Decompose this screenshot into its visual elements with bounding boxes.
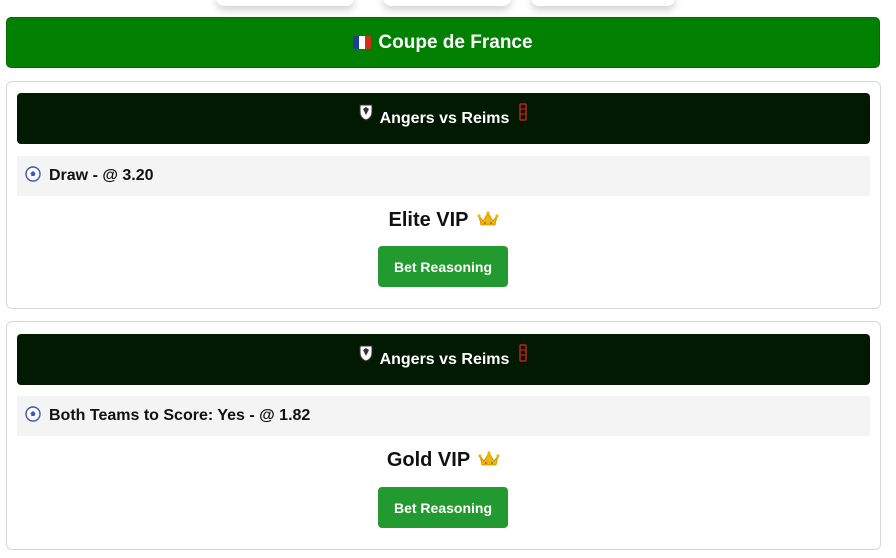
bet-reasoning-button[interactable]: Bet Reasoning [378,487,508,528]
match-title: Angers vs Reims [379,109,510,127]
angers-crest-icon [358,103,374,126]
france-flag-icon [353,36,372,49]
vip-tier: Elite VIP [7,206,880,234]
reims-crest-icon [517,103,529,126]
top-tabs-partial [0,0,896,14]
bet-card: Angers vs Reims Both Teams to Score: Yes… [6,321,881,550]
league-header: Coupe de France [6,17,880,68]
pick-text: Draw - @ 3.20 [49,167,154,184]
reims-crest-icon [517,344,529,367]
top-tab-3[interactable] [531,0,675,6]
bet-reasoning-button[interactable]: Bet Reasoning [378,246,508,287]
pick-text: Both Teams to Score: Yes - @ 1.82 [49,407,311,424]
crown-icon [476,210,499,234]
pick-row: Draw - @ 3.20 [17,156,870,196]
vip-tier: Gold VIP [7,446,880,474]
crown-icon [478,450,500,474]
tier-label: Gold VIP [386,448,471,471]
pick-row: Both Teams to Score: Yes - @ 1.82 [17,396,870,436]
match-header: Angers vs Reims [17,93,870,144]
soccer-ball-icon [25,165,41,187]
tier-label: Elite VIP [388,208,469,231]
match-header: Angers vs Reims [17,334,870,385]
top-tab-2[interactable] [383,0,511,6]
top-tab-1[interactable] [216,0,354,6]
match-title: Angers vs Reims [379,350,510,368]
bet-card: Angers vs Reims Draw - @ 3.20 Elite VIP [6,81,881,309]
soccer-ball-icon [25,405,41,427]
league-title: Coupe de France [378,31,533,53]
angers-crest-icon [358,344,374,367]
